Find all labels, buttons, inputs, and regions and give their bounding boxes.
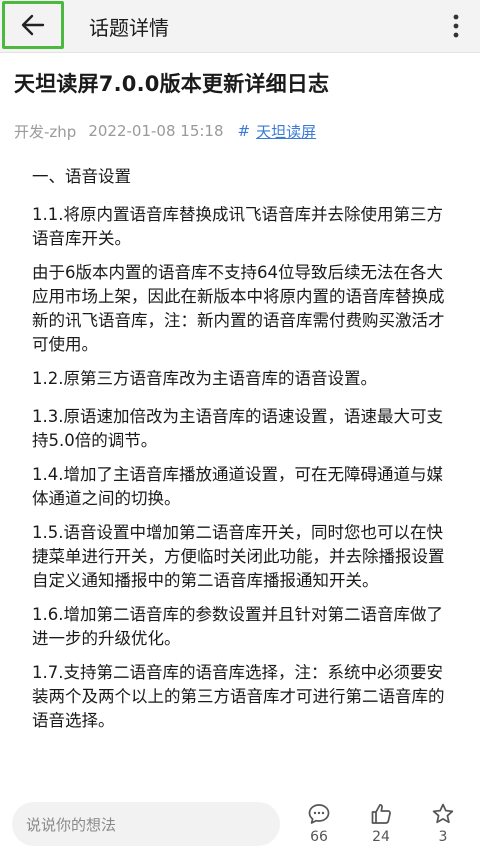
- paragraph: 1.2.原第三方语音库改为主语音库的语音设置。: [32, 369, 377, 388]
- app-header: 话题详情: [0, 0, 480, 53]
- paragraph: 1.3.原语速加倍改为主语音库的语速设置，语速最大可支持5.0倍的调节。: [32, 407, 443, 450]
- favorites-count: 3: [438, 829, 448, 845]
- section-heading: 一、语音设置: [32, 167, 131, 186]
- publish-datetime: 2022-01-08 15:18: [88, 122, 224, 140]
- back-button[interactable]: [2, 1, 64, 49]
- paragraph: 1.4.增加了主语音库播放通道设置，可在无障碍通道与媒体通道之间的切换。: [32, 465, 443, 508]
- article-title: 天坦读屏7.0.0版本更新详细日志: [14, 72, 330, 96]
- paragraph: 1.7.支持第二语音库的语音库选择，注：系统中必须要安装两个及两个以上的第三方语…: [32, 663, 445, 730]
- comment-icon: [308, 804, 330, 824]
- arrow-left-icon: [21, 14, 45, 36]
- bottom-action-bar: 说说你的想法 66 24 3: [0, 790, 480, 853]
- comment-input[interactable]: 说说你的想法: [12, 802, 280, 846]
- likes-count: 24: [372, 829, 390, 845]
- page-title: 话题详情: [89, 16, 169, 40]
- more-options-button[interactable]: [446, 10, 466, 42]
- star-icon: [432, 803, 454, 824]
- comments-button[interactable]: 66: [299, 802, 339, 845]
- topic-tag-link[interactable]: # 天坦读屏: [238, 121, 317, 142]
- paragraph: 由于6版本内置的语音库不支持64位导致后续无法在各大应用市场上架，因此在新版本中…: [32, 263, 445, 354]
- paragraph: 1.1.将原内置语音库替换成讯飞语音库并去除使用第三方语音库开关。: [32, 205, 443, 248]
- paragraph: 1.6.增加第二语音库的参数设置并且针对第二语音库做了进一步的升级优化。: [32, 605, 443, 648]
- like-button[interactable]: 24: [361, 802, 401, 845]
- author-name[interactable]: 开发-zhp: [14, 121, 76, 142]
- favorite-button[interactable]: 3: [423, 802, 463, 845]
- topic-tag-label: 天坦读屏: [256, 122, 317, 141]
- more-vertical-icon: [453, 14, 459, 38]
- paragraph: 1.5.语音设置中增加第二语音库开关，同时您也可以在快捷菜单进行开关，方便临时关…: [32, 523, 445, 590]
- comments-count: 66: [310, 829, 328, 845]
- article-meta: 开发-zhp 2022-01-08 15:18 # 天坦读屏: [14, 120, 316, 142]
- article-body: 一、语音设置 1.1.将原内置语音库替换成讯飞语音库并去除使用第三方语音库开关。…: [32, 165, 446, 743]
- hash-icon: #: [237, 122, 251, 140]
- thumbs-up-icon: [371, 803, 391, 824]
